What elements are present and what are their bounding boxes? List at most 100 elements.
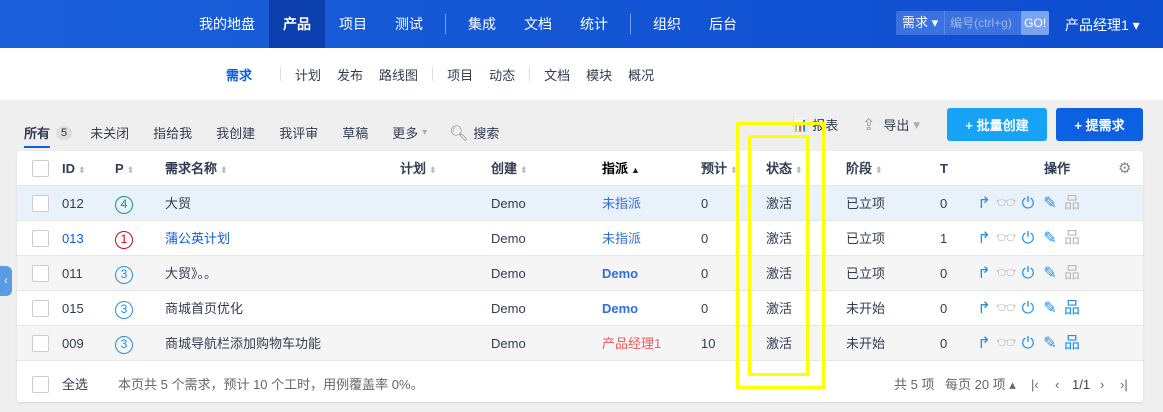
filter-tab[interactable]: 指给我: [153, 123, 192, 142]
col-estimate[interactable]: 预计 ⬍: [701, 151, 738, 188]
row-checkbox[interactable]: [32, 300, 49, 317]
filter-tab[interactable]: 所有: [24, 123, 51, 148]
go-button[interactable]: GO!: [1021, 11, 1050, 35]
nav-item[interactable]: 文档: [510, 0, 566, 48]
col-id[interactable]: ID ⬍: [62, 151, 86, 188]
story-assignee[interactable]: 未指派: [602, 186, 641, 221]
user-menu[interactable]: 产品经理1 ▾: [1065, 15, 1140, 35]
row-checkbox[interactable]: [32, 335, 49, 352]
edit-icon[interactable]: ✎: [1039, 291, 1061, 326]
change-icon[interactable]: ↱: [973, 291, 995, 326]
edit-icon[interactable]: ✎: [1039, 256, 1061, 291]
table-row[interactable]: 009 3 商城导航栏添加购物车功能 Demo 产品经理1 10 激活 未开始 0 ↱ 👓︎ ⏻ ✎ 品: [17, 326, 1143, 361]
subnav-item[interactable]: 项目: [439, 65, 481, 84]
story-name-link[interactable]: 大贸》。。: [165, 256, 217, 291]
row-checkbox[interactable]: [32, 195, 49, 212]
split-tree-icon[interactable]: 品: [1061, 326, 1083, 361]
change-icon[interactable]: ↱: [973, 221, 995, 256]
nav-item[interactable]: 统计: [566, 0, 622, 48]
story-assignee[interactable]: 产品经理1: [602, 326, 661, 361]
col-name[interactable]: 需求名称 ⬍: [165, 151, 228, 188]
story-assignee[interactable]: Demo: [602, 256, 638, 291]
subnav-item[interactable]: 需求: [218, 65, 260, 84]
nav-item[interactable]: 产品: [269, 0, 325, 48]
search-input[interactable]: 编号(ctrl+g): [945, 11, 1021, 35]
col-plan[interactable]: 计划 ⬍: [400, 151, 437, 188]
review-icon[interactable]: 👓︎: [995, 256, 1017, 291]
edit-icon[interactable]: ✎: [1039, 326, 1061, 361]
filter-tab[interactable]: 未关闭: [90, 123, 129, 142]
col-pri[interactable]: P ⬍: [115, 151, 134, 188]
subnav-item[interactable]: 概况: [620, 65, 662, 84]
story-name-link[interactable]: 商城导航栏添加购物车功能: [165, 326, 321, 361]
change-icon[interactable]: ↱: [973, 186, 995, 221]
subnav-item[interactable]: 发布: [329, 65, 371, 84]
table-row[interactable]: 012 4 大贸 Demo 未指派 0 激活 已立项 0 ↱ 👓︎ ⏻ ✎ 品: [17, 186, 1143, 221]
collapse-sidebar-handle[interactable]: ‹: [0, 266, 12, 296]
story-name-link[interactable]: 商城首页优化: [165, 291, 243, 326]
row-checkbox[interactable]: [32, 230, 49, 247]
filter-tab[interactable]: 更多: [392, 123, 418, 142]
col-assign[interactable]: 指派 ▲: [602, 151, 640, 188]
table-row[interactable]: 013 1 蒲公英计划 Demo 未指派 0 激活 已立项 1 ↱ 👓︎ ⏻ ✎ 品: [17, 221, 1143, 256]
filter-tab[interactable]: 我评审: [279, 123, 318, 142]
split-tree-icon[interactable]: 品: [1061, 186, 1083, 221]
subnav-item[interactable]: 计划: [287, 65, 329, 84]
nav-item[interactable]: 项目: [325, 0, 381, 48]
select-all-checkbox-header[interactable]: [32, 160, 49, 177]
select-all-label[interactable]: 全选: [62, 367, 88, 402]
story-assignee[interactable]: Demo: [602, 291, 638, 326]
first-page-button[interactable]: |‹: [1031, 367, 1039, 402]
per-page-select[interactable]: 每页 20 项 ▴: [945, 367, 1016, 402]
nav-item[interactable]: 组织: [639, 0, 695, 48]
story-assignee[interactable]: 未指派: [602, 221, 641, 256]
edit-icon[interactable]: ✎: [1039, 186, 1061, 221]
prev-page-button[interactable]: ‹: [1055, 367, 1059, 402]
edit-icon[interactable]: ✎: [1039, 221, 1061, 256]
review-icon[interactable]: 👓︎: [995, 221, 1017, 256]
create-story-button[interactable]: + 提需求: [1056, 108, 1143, 141]
col-stage[interactable]: 阶段 ⬍: [846, 151, 883, 188]
search-toggle[interactable]: 搜索: [473, 123, 499, 142]
table-row[interactable]: 015 3 商城首页优化 Demo Demo 0 激活 未开始 0 ↱ 👓︎ ⏻ ✎ 品: [17, 291, 1143, 326]
subnav-item[interactable]: 动态: [481, 65, 523, 84]
close-story-icon[interactable]: ⏻: [1017, 256, 1039, 291]
review-icon[interactable]: 👓︎: [995, 326, 1017, 361]
batch-create-button[interactable]: + 批量创建: [947, 108, 1047, 141]
filter-tab[interactable]: 我创建: [216, 123, 255, 142]
close-story-icon[interactable]: ⏻: [1017, 291, 1039, 326]
priority-badge: 3: [115, 300, 133, 319]
nav-item[interactable]: 我的地盘: [185, 0, 269, 48]
close-story-icon[interactable]: ⏻: [1017, 326, 1039, 361]
table-row[interactable]: 011 3 大贸》。。 Demo Demo 0 激活 已立项 0 ↱ 👓︎ ⏻ ✎ 品: [17, 256, 1143, 291]
change-icon[interactable]: ↱: [973, 256, 995, 291]
subnav-item[interactable]: 文档: [536, 65, 578, 84]
split-tree-icon[interactable]: 品: [1061, 221, 1083, 256]
search-type-select[interactable]: 需求 ▾: [896, 11, 946, 35]
story-estimate: 10: [701, 336, 716, 351]
row-checkbox[interactable]: [32, 265, 49, 282]
split-tree-icon[interactable]: 品: [1061, 291, 1083, 326]
nav-item[interactable]: 集成: [454, 0, 510, 48]
gear-icon[interactable]: ⚙: [1118, 151, 1131, 186]
count-badge: 5: [56, 125, 73, 140]
subnav-item[interactable]: 路线图: [371, 65, 426, 84]
subnav-item[interactable]: 模块: [578, 65, 620, 84]
select-all-checkbox[interactable]: [32, 376, 49, 393]
nav-item[interactable]: 测试: [381, 0, 437, 48]
review-icon[interactable]: 👓︎: [995, 186, 1017, 221]
change-icon[interactable]: ↱: [973, 326, 995, 361]
story-name-link[interactable]: 蒲公英计划: [165, 221, 230, 256]
next-page-button[interactable]: ›: [1100, 367, 1104, 402]
close-story-icon[interactable]: ⏻: [1017, 221, 1039, 256]
last-page-button[interactable]: ›|: [1120, 367, 1128, 402]
split-tree-icon[interactable]: 品: [1061, 256, 1083, 291]
row-actions: ↱ 👓︎ ⏻ ✎ 品: [973, 221, 1083, 256]
story-name-link[interactable]: 大贸: [165, 186, 191, 221]
nav-item[interactable]: 后台: [695, 0, 751, 48]
filter-tab[interactable]: 草稿: [342, 123, 368, 142]
export-button[interactable]: ⇪ 导出 ▾: [862, 108, 920, 141]
close-story-icon[interactable]: ⏻: [1017, 186, 1039, 221]
review-icon[interactable]: 👓︎: [995, 291, 1017, 326]
col-creator[interactable]: 创建 ⬍: [491, 151, 528, 188]
